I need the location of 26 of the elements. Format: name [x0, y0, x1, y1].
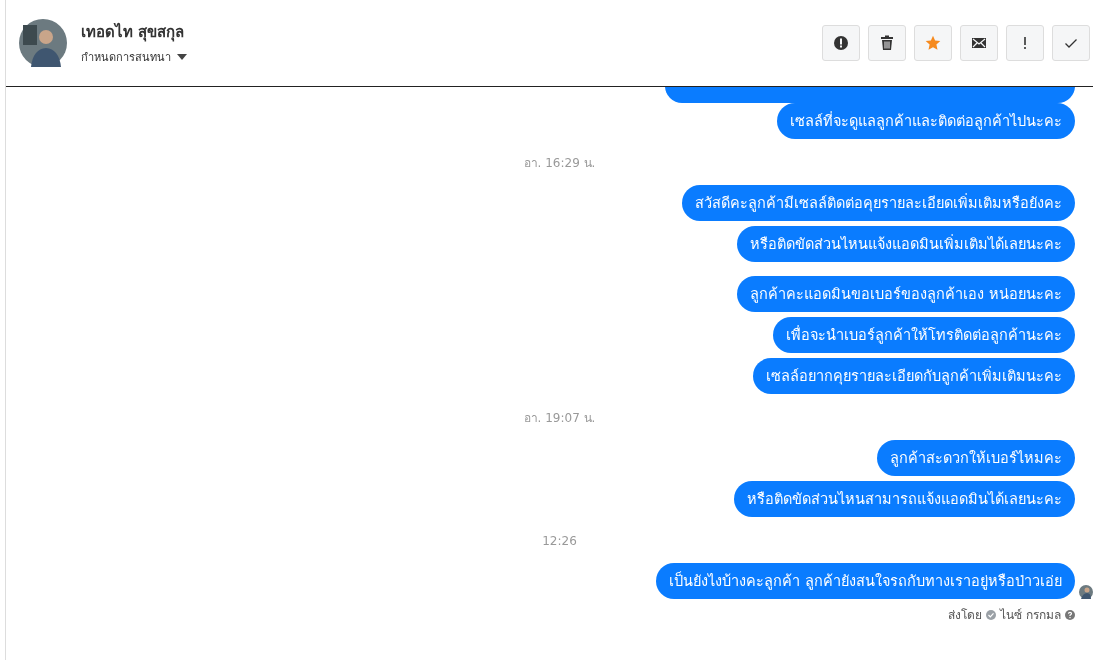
caret-icon [177, 54, 187, 60]
message-bubble: หรือติดขัดส่วนไหนสามารถแจ้งแอดมินได้เลยนะคะ [734, 481, 1075, 517]
check-circle-icon [986, 609, 997, 620]
conversation-settings-dropdown[interactable]: กำหนดการสนทนา [81, 48, 187, 66]
message-bubble: เพื่อจะนำเบอร์ลูกค้าให้โทรติดต่อลูกค้านะคะ [773, 317, 1075, 353]
sender-name: ไนซ์ กรกมล [1000, 607, 1061, 624]
sent-by-label: ส่งโดย [948, 607, 983, 624]
message-bubble: เซลล์อยากคุยรายละเอียดกับลูกค้าเพิ่มเติมนะคะ [753, 358, 1075, 394]
check-button[interactable] [1052, 25, 1090, 61]
message-bubble: ลูกค้าคะแอดมินขอเบอร์ของลูกค้าเอง หน่อยนะคะ [737, 276, 1075, 312]
avatar [1079, 585, 1093, 599]
help-icon[interactable] [1065, 609, 1075, 620]
message-bubble: สวัสดีคะลูกค้ามีเซลล์ติดต่อคุยรายละเอียดเพิ่มเติมหรือยังคะ [682, 185, 1075, 221]
message-bubble: หรือติดขัดส่วนไหนแจ้งแอดมินเพิ่มเติมได้เลยนะคะ [737, 226, 1075, 262]
timestamp: 12:26 [542, 534, 577, 548]
message-bubble: เซลล์ที่จะดูแลลูกค้าและติดต่อลูกค้าไปนะคะ [777, 103, 1075, 139]
alert-button[interactable] [822, 25, 860, 61]
timestamp: อา. 16:29 น. [523, 156, 596, 170]
mail-button[interactable] [960, 25, 998, 61]
message-bubble: เป็นยังไงบ้างคะลูกค้า ลูกค้ายังสนใจรถกับทางเราอยู่หรือป่าวเอ่ย [656, 563, 1075, 599]
timestamp: อา. 19:07 น. [523, 411, 596, 425]
star-button[interactable] [914, 25, 952, 61]
contact-name: เทอดไท สุขสกุล [81, 21, 186, 44]
message-bubble: ลูกค้าสะดวกให้เบอร์ไหมคะ [877, 440, 1075, 476]
avatar [19, 19, 67, 67]
trash-button[interactable] [868, 25, 906, 61]
